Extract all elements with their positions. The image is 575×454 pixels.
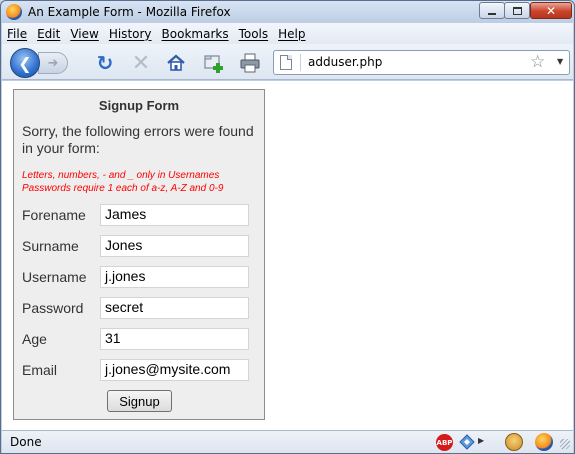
email-field[interactable]: j.jones@mysite.com bbox=[100, 359, 249, 381]
url-text[interactable]: adduser.php bbox=[308, 55, 382, 69]
maximize-icon bbox=[512, 6, 522, 15]
surname-label: Surname bbox=[22, 238, 79, 254]
close-button[interactable]: ✕ bbox=[530, 2, 572, 19]
age-label: Age bbox=[22, 331, 47, 347]
error-intro: Sorry, the following errors were found i… bbox=[22, 123, 254, 156]
print-icon bbox=[240, 53, 260, 73]
close-icon: ✕ bbox=[545, 3, 557, 18]
age-row: Age 31 bbox=[22, 328, 262, 350]
signup-button[interactable]: Signup bbox=[107, 390, 172, 412]
stop-button[interactable]: ✕ bbox=[130, 50, 152, 76]
username-row: Username j.jones bbox=[22, 266, 262, 288]
home-icon bbox=[167, 54, 185, 71]
url-separator bbox=[300, 54, 301, 71]
email-row: Email j.jones@mysite.com bbox=[22, 359, 262, 381]
minimize-button[interactable] bbox=[479, 2, 505, 19]
username-field[interactable]: j.jones bbox=[100, 266, 249, 288]
surname-field[interactable]: Jones bbox=[100, 235, 249, 257]
forename-row: Forename James bbox=[22, 204, 262, 226]
forename-field[interactable]: James bbox=[100, 204, 249, 226]
title-bar: An Example Form - Mozilla Firefox ✕ bbox=[1, 1, 574, 23]
menu-help[interactable]: Help bbox=[273, 27, 310, 41]
status-text: Done bbox=[10, 435, 42, 449]
password-row: Password secret bbox=[22, 297, 262, 319]
chevron-down-icon[interactable]: ▼ bbox=[557, 57, 563, 66]
menu-history[interactable]: History bbox=[104, 27, 157, 41]
menu-bookmarks[interactable]: Bookmarks bbox=[157, 27, 234, 41]
status-bar: Done ABP ▶ bbox=[2, 430, 573, 453]
password-label: Password bbox=[22, 300, 84, 316]
bookmark-add-button[interactable] bbox=[203, 52, 225, 74]
forward-arrow-icon: ➜ bbox=[47, 55, 59, 71]
username-label: Username bbox=[22, 269, 87, 285]
home-button[interactable] bbox=[165, 52, 187, 74]
stop-icon: ✕ bbox=[131, 50, 151, 76]
email-label: Email bbox=[22, 362, 58, 378]
maximize-button[interactable] bbox=[504, 2, 530, 19]
password-field[interactable]: secret bbox=[100, 297, 249, 319]
print-button[interactable] bbox=[239, 52, 261, 74]
reload-icon: ↻ bbox=[96, 51, 114, 75]
forward-button[interactable]: ➜ bbox=[38, 52, 68, 74]
resize-grip-icon[interactable] bbox=[560, 439, 570, 449]
age-field[interactable]: 31 bbox=[100, 328, 249, 350]
menu-file[interactable]: File bbox=[2, 27, 32, 41]
window-title: An Example Form - Mozilla Firefox bbox=[28, 5, 231, 19]
menu-bar: File Edit View History Bookmarks Tools H… bbox=[2, 23, 573, 44]
surname-row: Surname Jones bbox=[22, 235, 262, 257]
navigation-toolbar: ➜ ❮ ↻ ✕ adduser.php ☆ ▼ bbox=[2, 44, 573, 80]
smiley-addon-icon[interactable] bbox=[505, 433, 523, 451]
error-message: Letters, numbers, - and _ only in Userna… bbox=[22, 170, 220, 181]
error-message: Passwords require 1 each of a-z, A-Z and… bbox=[22, 183, 224, 194]
back-arrow-icon: ❮ bbox=[18, 53, 32, 73]
extension-icon[interactable] bbox=[459, 434, 475, 450]
forename-label: Forename bbox=[22, 207, 86, 223]
browser-window: An Example Form - Mozilla Firefox ✕ File… bbox=[0, 0, 575, 454]
form-title: Signup Form bbox=[98, 98, 180, 113]
page-icon bbox=[280, 55, 292, 70]
adblock-icon[interactable]: ABP bbox=[436, 434, 453, 451]
firefox-logo-icon bbox=[6, 4, 22, 20]
bookmark-add-icon bbox=[204, 55, 223, 73]
menu-tools[interactable]: Tools bbox=[234, 27, 274, 41]
error-list: Letters, numbers, - and _ only in Userna… bbox=[22, 169, 262, 195]
menu-view[interactable]: View bbox=[65, 27, 103, 41]
menu-edit[interactable]: Edit bbox=[32, 27, 65, 41]
signup-form: Signup Form Sorry, the following errors … bbox=[13, 89, 265, 420]
page-content: Signup Form Sorry, the following errors … bbox=[2, 81, 573, 430]
address-bar[interactable]: adduser.php ☆ ▼ bbox=[273, 50, 570, 75]
star-icon[interactable]: ☆ bbox=[530, 52, 545, 72]
back-button[interactable]: ❮ bbox=[10, 48, 40, 78]
chevron-right-icon[interactable]: ▶ bbox=[478, 436, 484, 445]
minimize-icon bbox=[488, 12, 496, 15]
firefox-addon-icon[interactable] bbox=[535, 433, 553, 451]
reload-button[interactable]: ↻ bbox=[94, 51, 116, 75]
